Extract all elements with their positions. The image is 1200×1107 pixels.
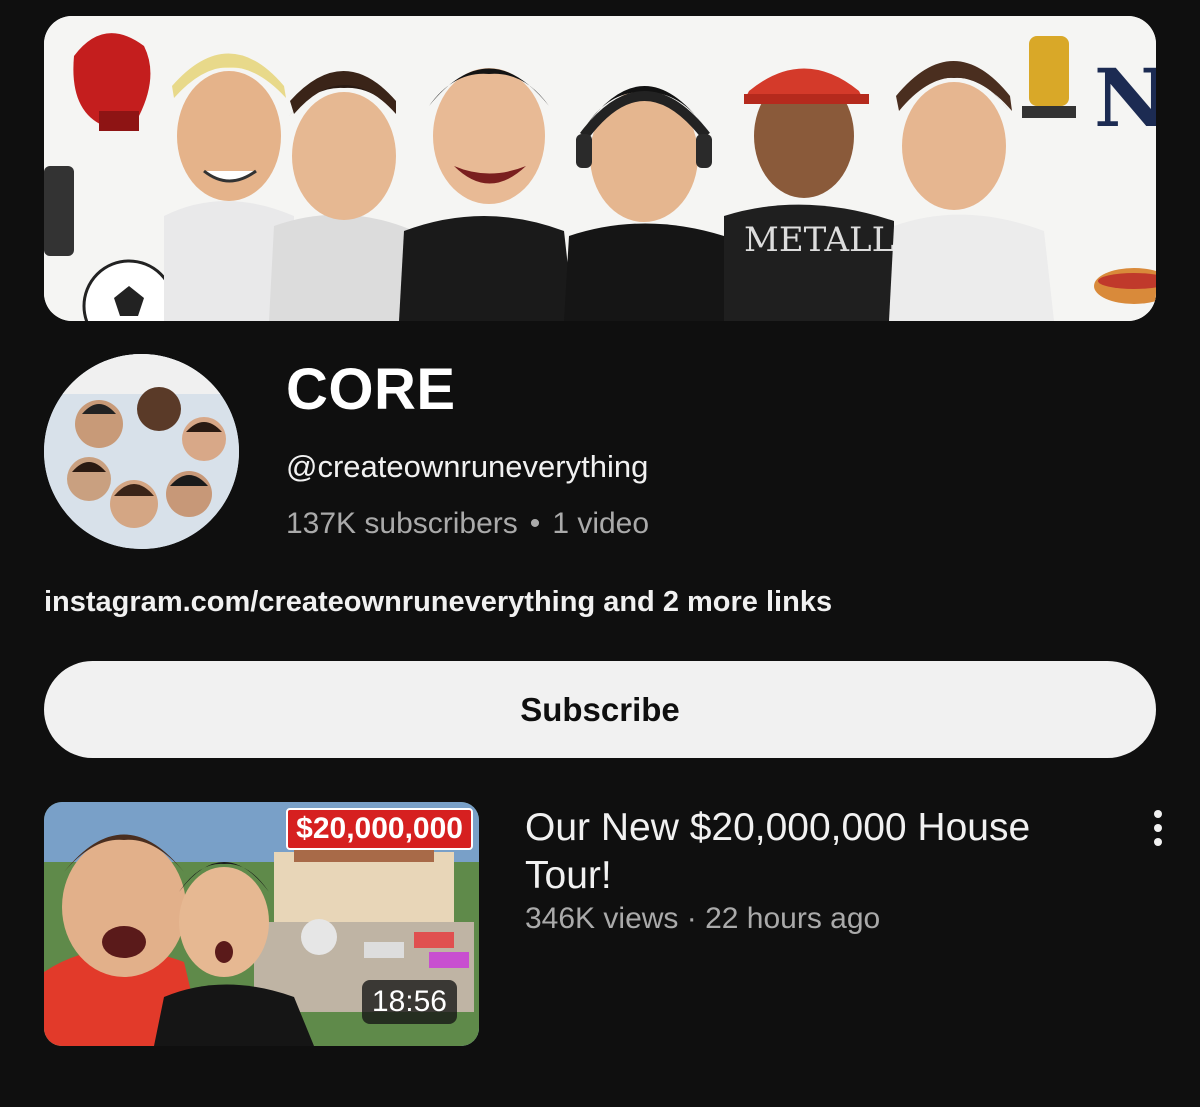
banner-illustration: NY METALLICA <box>44 16 1156 321</box>
more-vert-icon[interactable] <box>1136 804 1180 852</box>
subscriber-count: 137K subscribers <box>286 507 518 540</box>
video-title[interactable]: Our New $20,000,000 House Tour! <box>525 804 1125 900</box>
channel-handle: @createownruneverything <box>286 449 649 484</box>
video-count: 1 video <box>552 507 650 540</box>
avatar-photo <box>44 354 239 549</box>
video-list-item[interactable]: $20,000,000 18:56 Our New $20,000,000 Ho… <box>44 802 1168 1046</box>
menu-dot <box>1154 810 1162 818</box>
channel-name: CORE <box>286 357 456 422</box>
channel-avatar[interactable] <box>44 354 239 549</box>
video-thumbnail[interactable]: $20,000,000 18:56 <box>44 802 479 1046</box>
video-duration: 18:56 <box>361 980 457 1024</box>
thumbnail-price-text: $20,000,000 <box>286 808 473 850</box>
subscribe-button[interactable]: Subscribe <box>44 661 1156 758</box>
menu-dot <box>1154 838 1162 846</box>
stats-separator: • <box>529 507 541 540</box>
menu-dot <box>1154 824 1162 832</box>
channel-links[interactable]: instagram.com/createownruneverything and… <box>44 584 832 620</box>
video-meta: 346K views · 22 hours ago <box>525 902 881 935</box>
channel-banner: NY METALLICA <box>44 16 1156 321</box>
channel-stats: 137K subscribers • 1 video <box>286 505 649 543</box>
svg-text:NY: NY <box>1094 51 1156 145</box>
